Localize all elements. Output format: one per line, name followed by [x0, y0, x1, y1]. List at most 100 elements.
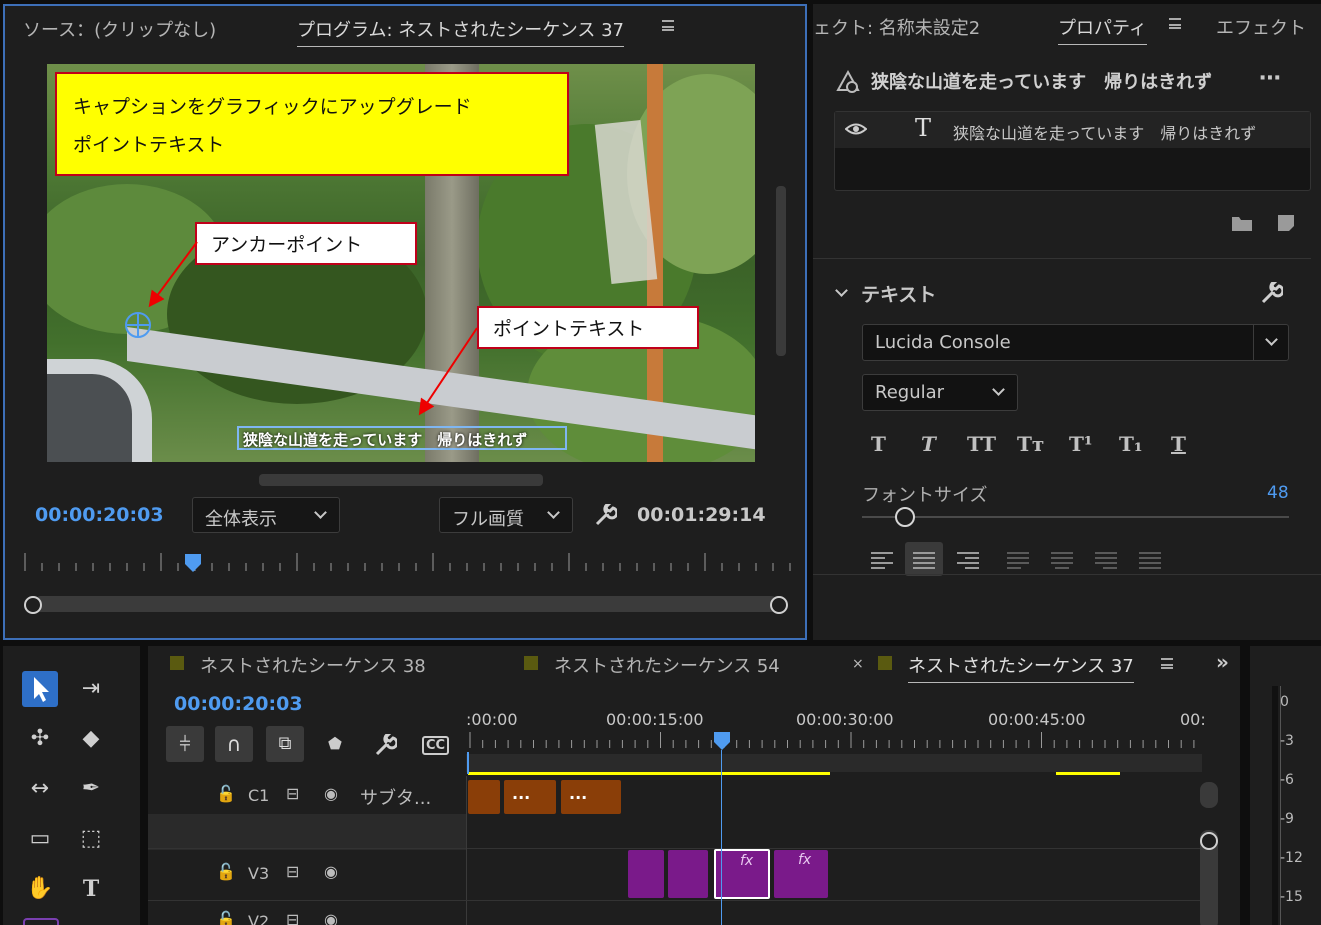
eye-icon[interactable]: ◉ — [324, 784, 338, 803]
caption-clip[interactable]: ... — [504, 780, 556, 814]
captions-icon[interactable]: CC — [422, 736, 450, 755]
more-tabs-icon[interactable]: » — [1216, 650, 1229, 674]
tab-effects[interactable]: エフェクト — [1216, 14, 1308, 40]
tab-properties[interactable]: プロパティ — [1058, 14, 1147, 45]
new-layer-icon[interactable] — [1277, 214, 1295, 232]
layer-row[interactable]: T 狭陰な山道を走っています 帰りはきれず — [835, 112, 1310, 148]
playhead-icon[interactable] — [712, 730, 732, 752]
graphic-clip[interactable] — [628, 850, 664, 898]
sync-lock-icon[interactable]: ⊟ — [286, 862, 299, 881]
timeline-timecode[interactable]: 00:00:20:03 — [174, 693, 303, 715]
snap-icon[interactable]: ∩ — [215, 726, 253, 762]
sync-lock-icon[interactable]: ⊟ — [286, 910, 299, 925]
justify-all-icon[interactable] — [1139, 552, 1161, 570]
subscript-icon[interactable]: T₁ — [1119, 432, 1143, 456]
extra-tool-icon[interactable] — [23, 918, 59, 925]
work-area-bar[interactable] — [466, 754, 1202, 772]
sequence-color-icon — [524, 656, 538, 670]
more-options-icon[interactable]: ⋯ — [1259, 66, 1281, 91]
sync-lock-icon[interactable]: ⊟ — [286, 784, 299, 803]
current-timecode[interactable]: 00:00:20:03 — [35, 504, 164, 526]
track-select-tool-icon[interactable]: ⇥ — [73, 671, 109, 707]
sequence-color-icon — [170, 656, 184, 670]
eye-icon[interactable] — [845, 122, 867, 136]
align-right-icon[interactable] — [957, 552, 979, 570]
nest-sequence-icon[interactable]: ⫩ — [166, 726, 204, 762]
justify-right-icon[interactable] — [1095, 552, 1117, 570]
timeline-tab-38[interactable]: ネストされたシーケンス 38 — [200, 652, 426, 678]
rectangle-tool-icon[interactable]: ▭ — [22, 821, 58, 857]
quality-select[interactable]: フル画質 — [439, 497, 573, 533]
vertical-scrollbar[interactable] — [776, 186, 786, 356]
all-caps-icon[interactable]: TT — [967, 432, 996, 456]
panel-menu-icon[interactable] — [662, 20, 674, 31]
add-marker-icon[interactable]: ⬟ — [328, 734, 342, 753]
faux-italic-icon[interactable]: T — [921, 432, 936, 456]
hand-tool-icon[interactable]: ✋ — [22, 871, 58, 907]
font-family-select[interactable]: Lucida Console — [862, 324, 1289, 361]
wrench-icon[interactable] — [1259, 282, 1283, 306]
folder-icon[interactable] — [1231, 214, 1253, 232]
scroll-handle[interactable] — [1200, 782, 1218, 808]
close-tab-icon[interactable]: × — [852, 656, 864, 672]
faux-bold-icon[interactable]: T — [871, 432, 886, 456]
panel-menu-icon[interactable] — [1161, 658, 1173, 669]
zoom-select[interactable]: 全体表示 — [192, 497, 340, 533]
justify-center-icon[interactable] — [1051, 552, 1073, 570]
chevron-down-icon — [1265, 333, 1278, 346]
meter-bar — [1272, 686, 1278, 925]
playhead-icon[interactable] — [183, 552, 203, 574]
align-left-icon[interactable] — [871, 552, 893, 570]
superscript-icon[interactable]: T¹ — [1069, 432, 1093, 456]
razor-tool-icon[interactable]: ◆ — [73, 721, 109, 757]
callout-arrows — [148, 241, 478, 416]
caption-clip[interactable] — [468, 780, 500, 814]
caption-clip[interactable]: ... — [561, 780, 621, 814]
scroll-zoom-handle[interactable] — [1200, 832, 1218, 850]
panel-menu-icon[interactable] — [1169, 18, 1181, 29]
track-lock-icon[interactable]: 🔓 — [216, 784, 236, 803]
font-size-slider-handle[interactable] — [894, 507, 915, 527]
tab-source[interactable]: ソース：(クリップなし) — [23, 16, 216, 42]
font-style-select[interactable]: Regular — [862, 374, 1018, 411]
zoom-handle-right[interactable] — [770, 596, 788, 614]
zoom-handle-left[interactable] — [24, 596, 42, 614]
selection-tool-icon[interactable] — [22, 671, 58, 707]
graphic-clip-selected[interactable]: fx — [714, 849, 770, 899]
track-lock-icon[interactable]: 🔓 — [216, 910, 236, 925]
graphic-clip[interactable] — [668, 850, 708, 898]
meter-scale-label: -9 — [1280, 811, 1294, 827]
small-caps-icon[interactable]: Tт — [1017, 432, 1044, 456]
track-lock-icon[interactable]: 🔓 — [216, 862, 236, 881]
track-name: V2 — [248, 912, 270, 925]
justify-left-icon[interactable] — [1007, 552, 1029, 570]
tab-effect-controls[interactable]: ェクト: 名称未設定2 — [813, 14, 980, 40]
wrench-icon[interactable] — [593, 504, 617, 528]
timeline-tab-54[interactable]: ネストされたシーケンス 54 — [554, 652, 780, 678]
slip-tool-icon[interactable]: ↔ — [22, 771, 58, 807]
wrench-icon[interactable] — [373, 734, 397, 758]
timeline-ruler[interactable] — [466, 730, 1202, 752]
monitor-time-ruler[interactable] — [21, 551, 793, 575]
in-point-marker[interactable] — [467, 752, 469, 774]
collapse-chevron-icon[interactable] — [835, 284, 848, 297]
font-size-slider-track[interactable] — [862, 516, 1289, 518]
eye-icon[interactable]: ◉ — [324, 862, 338, 881]
horizontal-scrollbar[interactable] — [259, 474, 543, 486]
eye-icon[interactable]: ◉ — [324, 910, 338, 925]
tab-program[interactable]: プログラム: ネストされたシーケンス 37 — [297, 16, 624, 47]
zoom-tool-icon[interactable]: ⬚ — [73, 821, 109, 857]
align-center-button[interactable] — [905, 542, 943, 576]
type-tool-icon[interactable]: T — [73, 871, 109, 907]
graphic-clip[interactable]: fx — [774, 850, 828, 898]
timeline-tab-37[interactable]: ネストされたシーケンス 37 — [908, 652, 1134, 683]
font-size-value[interactable]: 48 — [1267, 483, 1289, 503]
ripple-edit-tool-icon[interactable]: ✣ — [22, 721, 58, 757]
meter-scale-label: -6 — [1280, 772, 1294, 788]
chevron-down-icon — [992, 383, 1005, 396]
zoom-scrollbar[interactable] — [33, 596, 779, 612]
linked-selection-icon[interactable]: ⧉ — [266, 726, 304, 762]
pen-tool-icon[interactable]: ✒ — [73, 771, 109, 807]
underline-icon[interactable]: T — [1171, 432, 1186, 456]
caption-clip-label: ... — [569, 784, 588, 803]
